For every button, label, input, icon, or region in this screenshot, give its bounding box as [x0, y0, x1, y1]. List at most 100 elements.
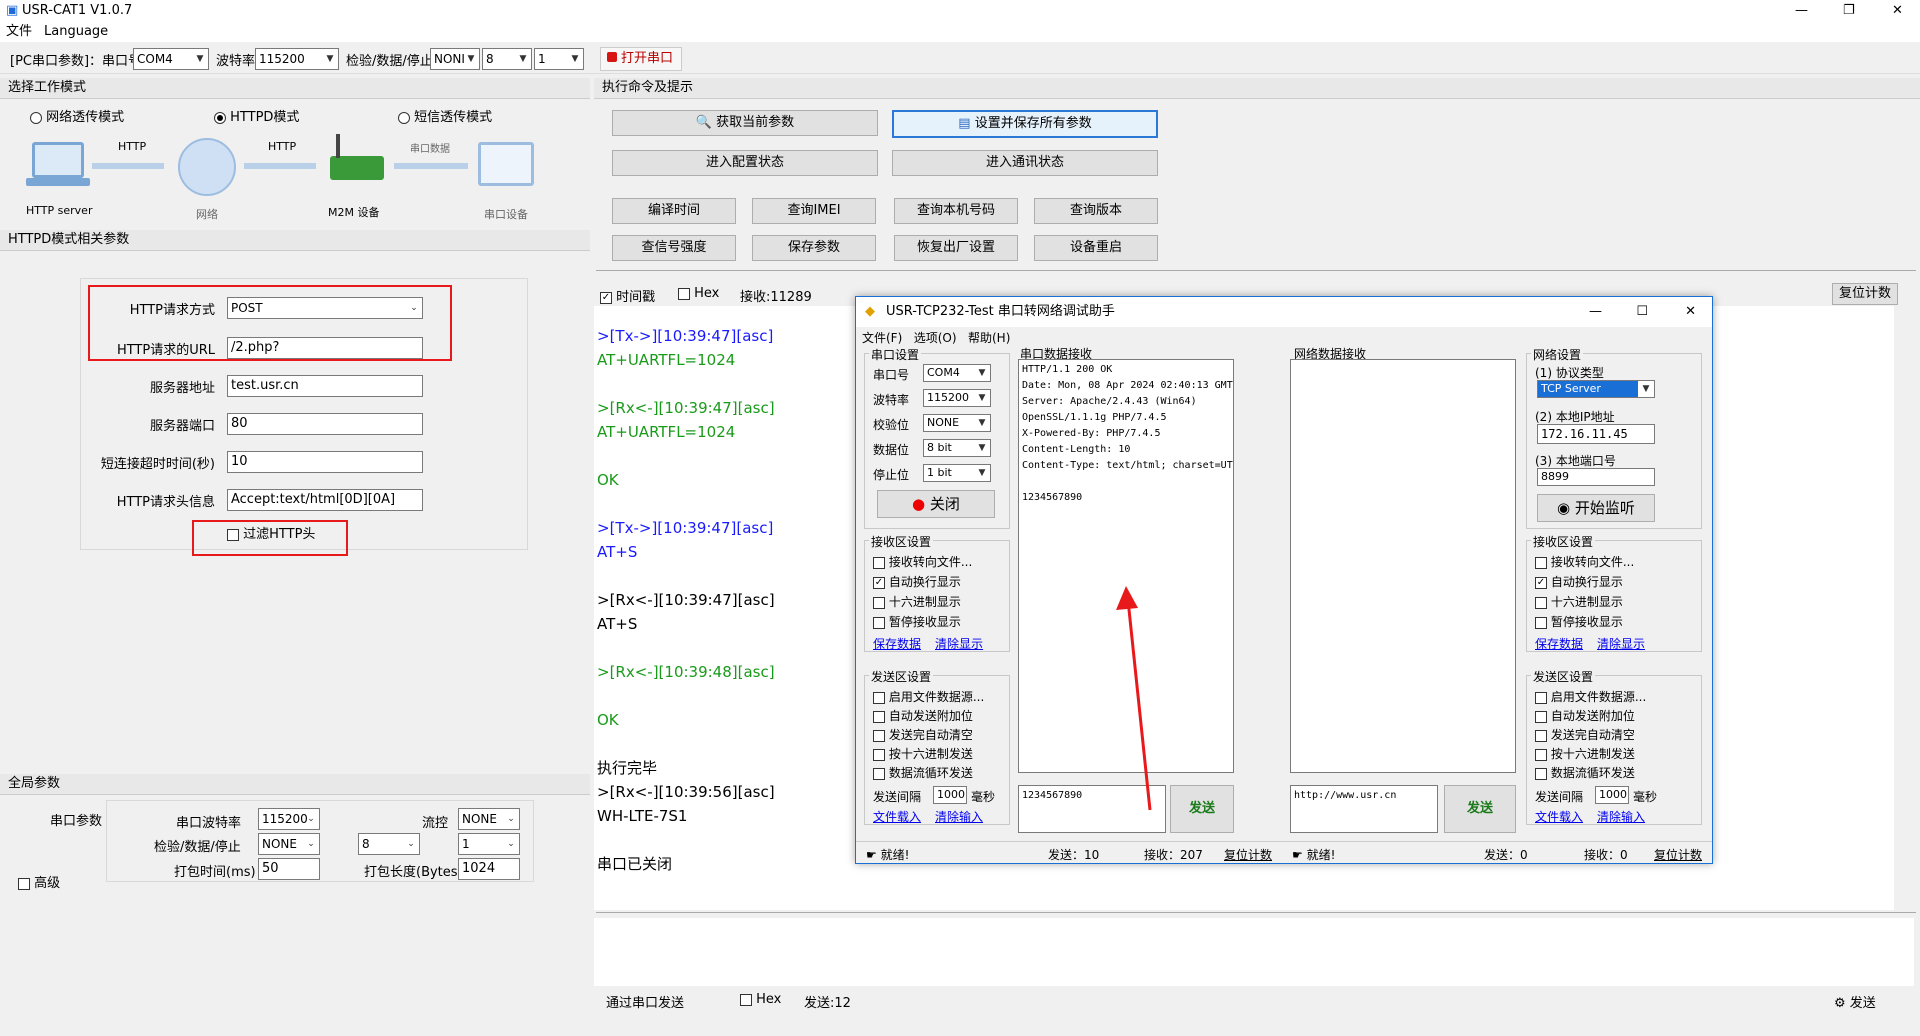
scrollbar[interactable]	[1898, 306, 1914, 910]
query-version-button[interactable]: 查询版本	[1034, 198, 1158, 224]
auto-wrap-checkbox[interactable]: ✓ 自动换行显示	[873, 573, 961, 590]
reboot-button[interactable]: 设备重启	[1034, 235, 1158, 261]
query-imei-button[interactable]: 查询IMEI	[752, 198, 876, 224]
clear-input-link[interactable]: 清除输入	[935, 808, 983, 825]
clear-display-link[interactable]: 清除显示	[935, 635, 983, 652]
dialog-menu-options[interactable]: 选项(O)	[914, 331, 957, 345]
global-stopbits-select[interactable]: 1 ⌄	[458, 833, 520, 855]
dlg-close-port-button[interactable]: ● 关闭	[877, 490, 995, 518]
minimize-icon[interactable]: —	[1589, 297, 1602, 327]
factory-reset-button[interactable]: 恢复出厂设置	[894, 235, 1018, 261]
header-input[interactable]: Accept:text/html[0D][0A]	[227, 489, 423, 511]
save-all-params-button[interactable]: ▤ 设置并保存所有参数	[892, 110, 1158, 138]
hex-checkbox[interactable]: Hex	[678, 286, 719, 301]
net-auto-clear-checkbox[interactable]: 发送完自动清空	[1535, 726, 1635, 743]
net-clear-display-link[interactable]: 清除显示	[1597, 635, 1645, 652]
net-interval-input[interactable]: 1000	[1595, 786, 1629, 804]
mode-sms[interactable]: 短信透传模式	[398, 106, 492, 125]
start-listen-button[interactable]: ◉ 开始监听	[1537, 494, 1655, 522]
splitter[interactable]	[596, 270, 1916, 274]
global-parity-select[interactable]: NONE ⌄	[258, 833, 320, 855]
net-pause-display-checkbox[interactable]: 暂停接收显示	[1535, 613, 1623, 630]
net-recv-to-file-checkbox[interactable]: 接收转向文件...	[1535, 553, 1634, 570]
send-input[interactable]	[594, 918, 1914, 986]
dlg-databits-select[interactable]: 8 bit ▼	[923, 439, 991, 457]
dlg-stopbits-select[interactable]: 1 bit ▼	[923, 464, 991, 482]
mode-httpd[interactable]: HTTPD模式	[214, 106, 299, 125]
field-label-server: 服务器地址	[149, 381, 215, 396]
flow-select[interactable]: NONE ⌄	[458, 808, 520, 830]
dialog-menu-file[interactable]: 文件(F)	[862, 331, 902, 345]
net-file-source-checkbox[interactable]: 启用文件数据源...	[1535, 688, 1646, 705]
close-icon[interactable]: ✕	[1892, 0, 1903, 22]
net-file-load-link[interactable]: 文件载入	[1535, 808, 1583, 825]
pack-time-input[interactable]: 50	[258, 858, 320, 880]
net-save-data-link[interactable]: 保存数据	[1535, 635, 1583, 652]
server-input[interactable]: test.usr.cn	[227, 375, 423, 397]
global-baud-select[interactable]: 115200 ⌄	[258, 808, 320, 830]
loop-send-checkbox[interactable]: 数据流循环发送	[873, 764, 973, 781]
menu-file[interactable]: 文件	[0, 22, 38, 42]
hex-display-checkbox[interactable]: 十六进制显示	[873, 593, 961, 610]
recv-to-file-checkbox[interactable]: 接收转向文件...	[873, 553, 972, 570]
send-hex-checkbox[interactable]: Hex	[740, 992, 781, 1007]
auto-append-checkbox[interactable]: 自动发送附加位	[873, 707, 973, 724]
chevron-down-icon: ▼	[571, 54, 579, 64]
net-auto-wrap-checkbox[interactable]: ✓ 自动换行显示	[1535, 573, 1623, 590]
mode-network[interactable]: 网络透传模式	[30, 106, 124, 125]
dlg-port-select[interactable]: COM4 ▼	[923, 364, 991, 382]
global-databits-select[interactable]: 8 ⌄	[358, 833, 420, 855]
dialog-title-bar: ◆ USR-TCP232-Test 串口转网络调试助手 — ☐ ✕	[856, 297, 1712, 327]
net-hex-send-checkbox[interactable]: 按十六进制发送	[1535, 745, 1635, 762]
net-hex-display-checkbox[interactable]: 十六进制显示	[1535, 593, 1623, 610]
server-port-input[interactable]: 80	[227, 413, 423, 435]
advanced-checkbox[interactable]: 高级	[18, 872, 60, 891]
pack-len-input[interactable]: 1024	[458, 858, 520, 880]
net-send-button[interactable]: 发送	[1444, 785, 1516, 833]
reset-count-left[interactable]: 复位计数	[1224, 846, 1272, 863]
send-button[interactable]: ⚙ 发送	[1834, 992, 1876, 1011]
net-send-input[interactable]: http://www.usr.cn	[1290, 785, 1438, 833]
get-params-button[interactable]: 🔍 获取当前参数	[612, 110, 878, 136]
dialog-menu-help[interactable]: 帮助(H)	[968, 331, 1010, 345]
port-select[interactable]: COM4 ▼	[133, 48, 209, 70]
maximize-icon[interactable]: ☐	[1636, 297, 1648, 327]
auto-clear-checkbox[interactable]: 发送完自动清空	[873, 726, 973, 743]
query-signal-button[interactable]: 查信号强度	[612, 235, 736, 261]
terminal-line: >[Rx<-][10:39:47][asc]	[597, 399, 775, 417]
close-icon[interactable]: ✕	[1685, 297, 1696, 327]
enter-comm-button[interactable]: 进入通讯状态	[892, 150, 1158, 176]
minimize-icon[interactable]: —	[1795, 0, 1808, 22]
parity-select[interactable]: NONI ▼	[430, 48, 480, 70]
net-auto-append-checkbox[interactable]: 自动发送附加位	[1535, 707, 1635, 724]
menu-language[interactable]: Language	[38, 22, 114, 42]
ip-input[interactable]: 172.16.11.45	[1537, 424, 1655, 444]
reset-count-right[interactable]: 复位计数	[1654, 846, 1702, 863]
pause-display-checkbox[interactable]: 暂停接收显示	[873, 613, 961, 630]
reset-count-button[interactable]: 复位计数	[1832, 283, 1898, 305]
databits-select[interactable]: 8 ▼	[482, 48, 532, 70]
proto-select[interactable]: TCP Server ▼	[1537, 380, 1655, 398]
file-load-link[interactable]: 文件载入	[873, 808, 921, 825]
serial-send-button[interactable]: 发送	[1170, 785, 1234, 833]
dlg-parity-select[interactable]: NONE ▼	[923, 414, 991, 432]
save-data-link[interactable]: 保存数据	[873, 635, 921, 652]
compile-time-button[interactable]: 编译时间	[612, 198, 736, 224]
open-port-button[interactable]: 打开串口	[600, 47, 682, 71]
file-source-checkbox[interactable]: 启用文件数据源...	[873, 688, 984, 705]
hex-send-checkbox[interactable]: 按十六进制发送	[873, 745, 973, 762]
save-params-button[interactable]: 保存参数	[752, 235, 876, 261]
dlg-baud-select[interactable]: 115200 ▼	[923, 389, 991, 407]
restore-icon[interactable]: ❐	[1843, 0, 1855, 22]
stopbits-select[interactable]: 1 ▼	[534, 48, 584, 70]
baud-select[interactable]: 115200 ▼	[255, 48, 339, 70]
query-number-button[interactable]: 查询本机号码	[894, 198, 1018, 224]
interval-input[interactable]: 1000	[933, 786, 967, 804]
net-loop-send-checkbox[interactable]: 数据流循环发送	[1535, 764, 1635, 781]
timeout-input[interactable]: 10	[227, 451, 423, 473]
send-via-select[interactable]: 通过串口发送	[606, 992, 684, 1011]
local-port-input[interactable]: 8899	[1537, 468, 1655, 486]
splitter[interactable]	[596, 912, 1916, 916]
net-clear-input-link[interactable]: 清除输入	[1597, 808, 1645, 825]
enter-config-button[interactable]: 进入配置状态	[612, 150, 878, 176]
